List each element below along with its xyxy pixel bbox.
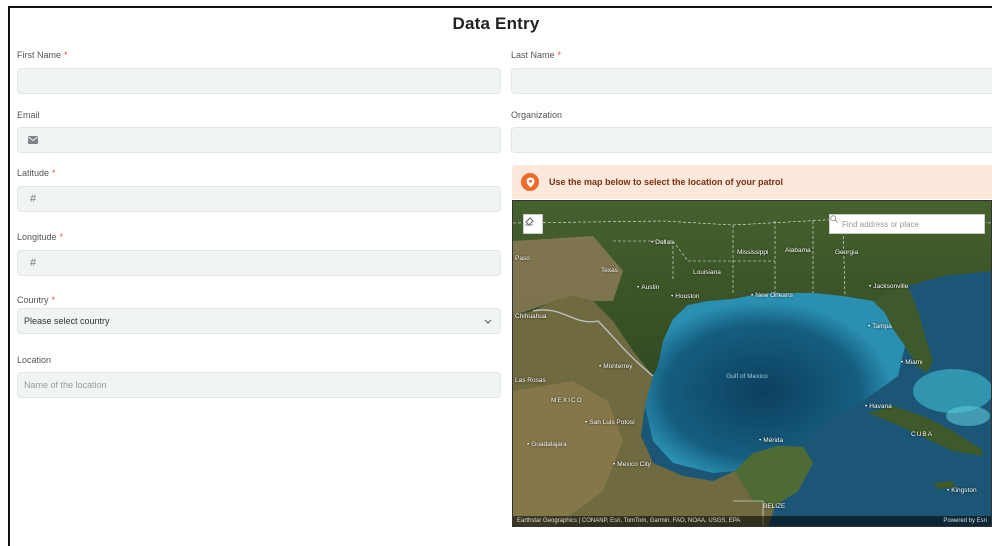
map-label-miami: Miami	[901, 359, 922, 366]
map-label-chihuahua: Chihuahua	[515, 313, 547, 320]
organization-label: Organization	[511, 110, 563, 120]
powered-by-esri[interactable]: Powered by Esri	[943, 518, 987, 524]
map-search-placeholder: Find address or place	[842, 219, 919, 229]
map-pin-icon	[521, 173, 539, 191]
map-label-dallas: Dallas	[651, 239, 673, 246]
map-label-mexico: MEXICO	[551, 397, 583, 404]
longitude-label: Longitude *	[17, 232, 64, 242]
hash-icon: #	[29, 257, 37, 269]
latitude-label: Latitude *	[17, 168, 56, 178]
country-label: Country *	[17, 295, 56, 305]
country-selected-value: Please select country	[24, 316, 110, 326]
email-label: Email	[17, 110, 40, 120]
longitude-field[interactable]: #	[17, 250, 501, 276]
map-instruction-text: Use the map below to select the location…	[549, 177, 784, 187]
map-label-alabama: Alabama	[785, 247, 811, 254]
email-field[interactable]	[17, 127, 501, 153]
eraser-tool-button[interactable]	[523, 214, 543, 234]
organization-field[interactable]	[511, 127, 992, 153]
latitude-field[interactable]: #	[17, 186, 501, 212]
map-label-georgia: Georgia	[835, 249, 859, 256]
hash-icon: #	[29, 193, 37, 205]
map-attribution: Earthstar Geographics | CONANP, Esri, To…	[513, 516, 991, 526]
location-field[interactable]: Name of the location	[17, 372, 501, 398]
map-label-mississippi: Mississippi	[737, 249, 769, 256]
attribution-text: Earthstar Geographics | CONANP, Esri, To…	[517, 518, 741, 524]
location-label: Location	[17, 355, 52, 365]
map-label-belize: BELIZE	[763, 503, 786, 510]
map-label-cuba: CUBA	[911, 431, 934, 438]
map-label-houston: Houston	[671, 293, 699, 300]
map-search-input[interactable]: Find address or place	[829, 214, 985, 234]
last-name-label: Last Name *	[511, 50, 562, 60]
map-label-san-luis: San Luis Potosí	[585, 419, 635, 426]
map-label-monterrey: Monterrey	[599, 363, 632, 370]
map-label-gulf: Gulf of Mexico	[726, 373, 768, 380]
map-label-guadalajara: Guadalajara	[527, 441, 566, 448]
map-label-havana: Havana	[865, 403, 891, 410]
map-label-texas: Texas	[601, 267, 618, 274]
map-label-tampa: Tampa	[868, 323, 892, 330]
envelope-icon	[26, 133, 40, 147]
country-select[interactable]: Please select country	[17, 308, 501, 334]
map-label-new-orleans: New Orleans	[751, 292, 793, 299]
first-name-field[interactable]	[17, 68, 501, 94]
map-label-mexico-city: Mexico City	[613, 461, 651, 468]
location-placeholder: Name of the location	[24, 380, 107, 390]
location-map[interactable]: Find address or place Dallas Texas Austi…	[512, 200, 992, 527]
last-name-field[interactable]	[511, 68, 992, 94]
first-name-label: First Name *	[17, 50, 68, 60]
page-title: Data Entry	[452, 14, 540, 33]
map-label-louisiana: Louisiana	[693, 269, 721, 276]
map-label-paso: Paso	[515, 255, 530, 262]
map-label-las-rosas: Las Rosas	[515, 377, 546, 384]
map-label-kingston: Kingston	[947, 487, 976, 494]
map-label-merida: Mérida	[759, 437, 783, 444]
map-instruction-banner: Use the map below to select the location…	[512, 165, 992, 199]
map-label-jacksonville: Jacksonville	[869, 283, 908, 290]
map-label-austin: Austin	[637, 284, 659, 291]
chevron-down-icon	[484, 316, 492, 326]
